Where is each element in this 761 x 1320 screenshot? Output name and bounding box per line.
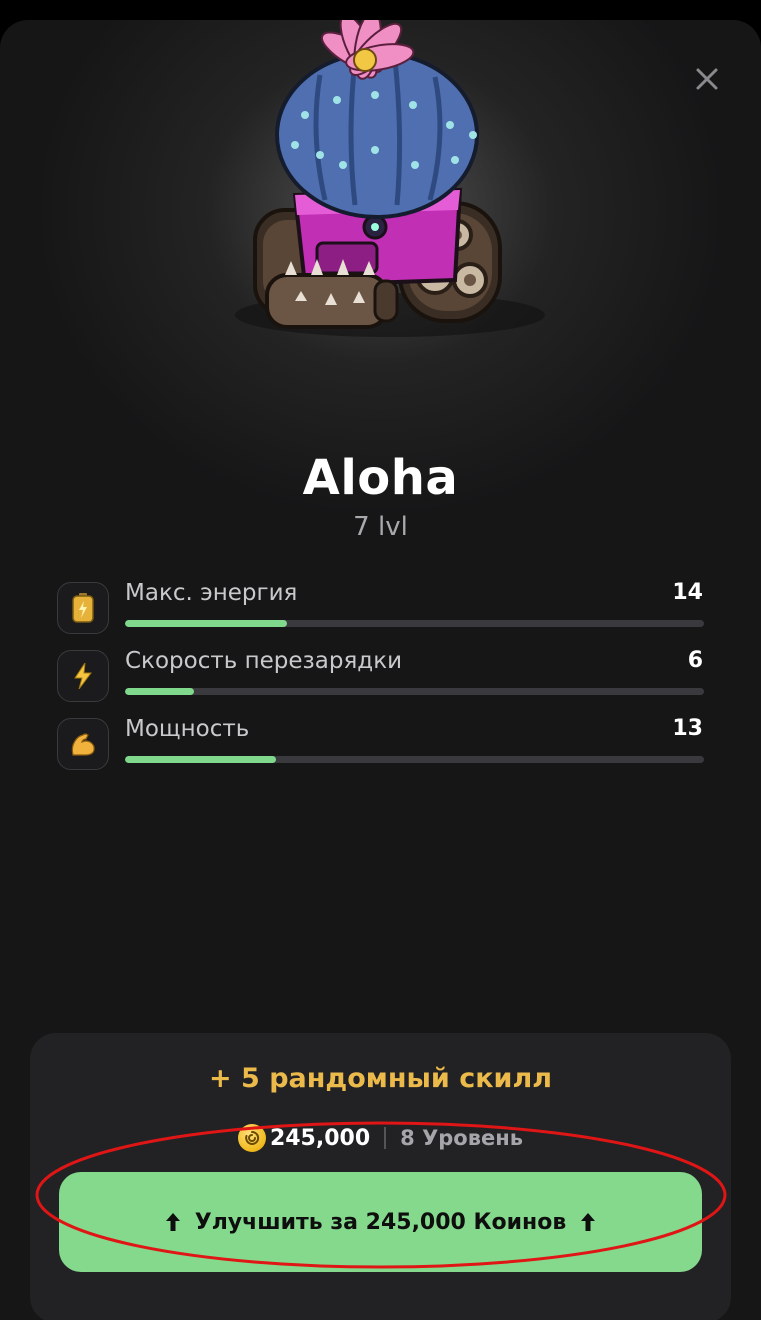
close-icon <box>696 68 718 90</box>
stat-progress-fill <box>125 688 195 695</box>
stat-value: 14 <box>672 580 703 605</box>
stat-progress-fill <box>125 756 276 763</box>
stat-label: Скорость перезарядки <box>125 648 403 674</box>
stat-row-recharge-speed: Скорость перезарядки 6 <box>57 646 707 702</box>
arrow-up-icon <box>581 1213 596 1231</box>
cactus <box>275 51 479 219</box>
lightning-icon <box>57 650 109 702</box>
stat-value: 6 <box>687 648 703 673</box>
stat-progress-bar <box>125 756 704 763</box>
stat-value: 13 <box>672 716 703 741</box>
price-divider <box>384 1127 387 1149</box>
arrow-up-icon <box>165 1213 180 1231</box>
upgrade-price: 245,000 <box>269 1125 371 1151</box>
upgrade-reward-text: + 5 рандомный скилл <box>208 1063 553 1094</box>
close-button[interactable] <box>690 62 724 96</box>
stat-row-max-energy: Макс. энергия 14 <box>57 578 707 634</box>
robot-name: Aloha <box>302 450 459 506</box>
stat-progress-bar <box>125 620 704 627</box>
robot-level: 7 lvl <box>353 512 408 542</box>
stat-progress-fill <box>125 620 288 627</box>
upgrade-button-label: Улучшить за 245,000 Коинов <box>194 1209 567 1235</box>
battery-icon <box>57 582 109 634</box>
stat-label: Мощность <box>125 716 250 742</box>
stat-progress-bar <box>125 688 704 695</box>
robot-image <box>235 20 545 337</box>
upgrade-button[interactable]: Улучшить за 245,000 Коинов <box>59 1172 702 1272</box>
flexed-biceps-icon <box>57 718 109 770</box>
coin-icon <box>237 1124 266 1152</box>
stat-row-power: Мощность 13 <box>57 714 707 770</box>
stat-label: Макс. энергия <box>125 580 298 606</box>
upgrade-price-row: 245,000 8 Уровень <box>0 1124 761 1152</box>
next-level-label: 8 Уровень <box>400 1126 524 1150</box>
